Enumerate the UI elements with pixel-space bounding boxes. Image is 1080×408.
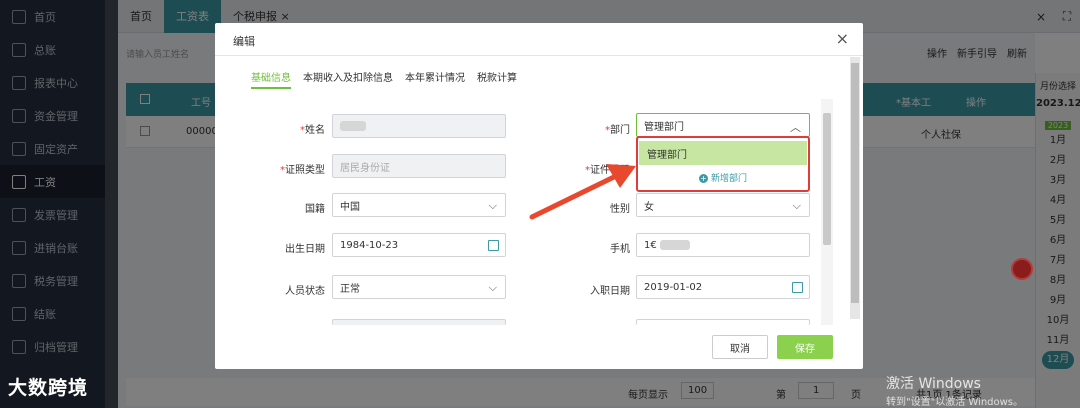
blurred-phone <box>659 240 690 250</box>
department-select[interactable]: 管理部门 ︿ <box>636 113 810 137</box>
phone-field[interactable]: 1€ <box>636 233 810 257</box>
floating-badge[interactable] <box>1011 258 1033 280</box>
save-button[interactable]: 保存 <box>777 335 833 359</box>
form-scrollbar[interactable] <box>821 99 833 325</box>
department-label: *部门 <box>605 125 630 136</box>
partial-field <box>636 319 810 325</box>
id-number-label: *证件号码 <box>585 165 630 176</box>
nationality-value: 中国 <box>340 201 360 213</box>
dialog-scrollbar[interactable] <box>850 57 860 319</box>
chevron-down-icon: ⌵ <box>488 199 497 212</box>
gender-value: 女 <box>644 201 654 213</box>
name-field[interactable] <box>332 114 506 138</box>
id-type-field[interactable]: 居民身份证 <box>332 154 506 178</box>
dropdown-option-management[interactable]: 管理部门 <box>639 141 807 165</box>
birth-date-value: 1984-10-23 <box>340 239 399 251</box>
dialog-title: 编辑 <box>233 35 255 48</box>
blurred-name <box>340 121 366 131</box>
gender-label: 性别 <box>610 204 630 215</box>
birth-date-field[interactable]: 1984-10-23 <box>332 233 506 257</box>
name-label: *姓名 <box>300 125 325 136</box>
chevron-down-icon: ⌵ <box>792 199 801 212</box>
dialog-tabs: 基础信息 本期收入及扣除信息 本年累计情况 税款计算 <box>251 69 517 89</box>
tab-tax-calculation[interactable]: 税款计算 <box>477 69 517 89</box>
chevron-down-icon: ⌵ <box>488 281 497 294</box>
tab-annual-total[interactable]: 本年累计情况 <box>405 69 465 89</box>
edit-dialog: 编辑 × 基础信息 本期收入及扣除信息 本年累计情况 税款计算 *姓名 *证照类… <box>215 23 863 369</box>
divider <box>215 55 863 56</box>
calendar-icon[interactable] <box>488 240 499 251</box>
join-date-label: 入职日期 <box>590 286 630 297</box>
dialog-scrollbar-thumb[interactable] <box>851 63 859 303</box>
add-department-button[interactable]: + 新增部门 <box>638 171 808 184</box>
department-label-text: 部门 <box>610 125 630 136</box>
nationality-label: 国籍 <box>305 204 325 215</box>
brand-logo: 大数跨境 <box>8 377 89 399</box>
id-type-label: *证照类型 <box>280 165 325 176</box>
join-date-field[interactable]: 2019-01-02 <box>636 275 810 299</box>
tab-income-deduction[interactable]: 本期收入及扣除信息 <box>303 69 393 89</box>
close-icon[interactable]: × <box>836 29 849 48</box>
phone-value: 1€ <box>644 239 657 251</box>
status-label: 人员状态 <box>285 286 325 297</box>
join-date-value: 2019-01-02 <box>644 281 703 293</box>
name-label-text: 姓名 <box>305 125 325 136</box>
add-department-label: 新增部门 <box>710 174 747 184</box>
department-value: 管理部门 <box>644 121 684 133</box>
gender-select[interactable]: 女 ⌵ <box>636 193 810 217</box>
id-number-label-text: 证件号码 <box>590 165 630 176</box>
plus-icon: + <box>698 174 708 183</box>
department-dropdown: 管理部门 + 新增部门 <box>636 136 810 192</box>
phone-label: 手机 <box>610 244 630 255</box>
scrollbar-thumb[interactable] <box>823 113 831 245</box>
status-select[interactable]: 正常 ⌵ <box>332 275 506 299</box>
partial-field <box>332 319 506 325</box>
cancel-button[interactable]: 取消 <box>712 335 768 359</box>
chevron-up-icon: ︿ <box>790 121 801 134</box>
tab-basic-info[interactable]: 基础信息 <box>251 69 291 89</box>
birth-date-label: 出生日期 <box>285 244 325 255</box>
nationality-select[interactable]: 中国 ⌵ <box>332 193 506 217</box>
id-type-label-text: 证照类型 <box>285 165 325 176</box>
windows-watermark-text: 转到"设置"以激活 Windows。 <box>886 397 1024 408</box>
status-value: 正常 <box>340 283 360 295</box>
windows-watermark-title: 激活 Windows <box>886 376 981 392</box>
calendar-icon[interactable] <box>792 282 803 293</box>
